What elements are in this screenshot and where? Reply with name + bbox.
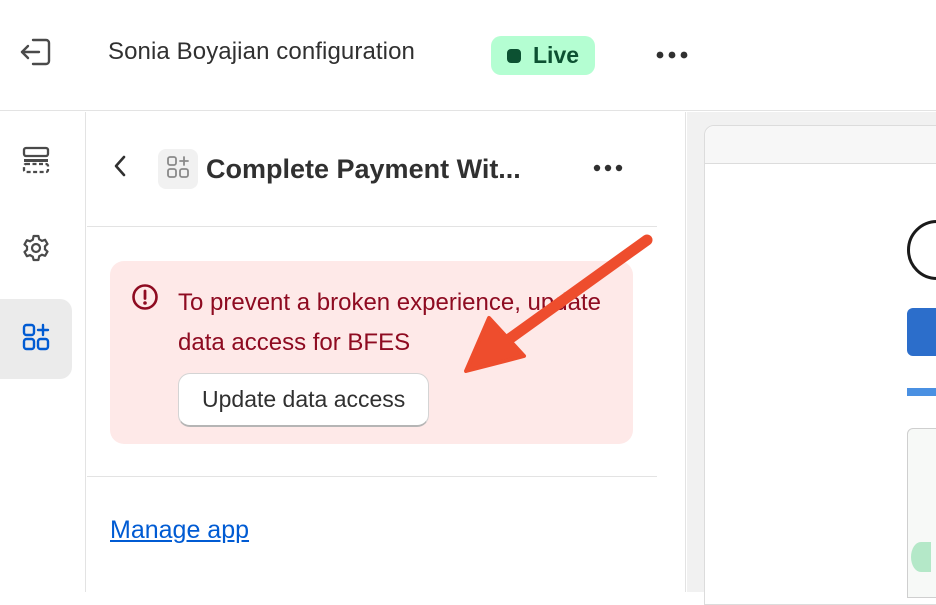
- sidebar-item-settings[interactable]: [0, 210, 72, 290]
- app-more-actions-button[interactable]: [585, 150, 631, 186]
- gear-icon: [21, 233, 51, 268]
- theme-preview[interactable]: [687, 112, 936, 605]
- sidebar: [0, 112, 86, 592]
- sidebar-item-sections[interactable]: [0, 122, 72, 202]
- update-data-access-button[interactable]: Update data access: [178, 373, 430, 427]
- top-bar: Sonia Boyajian configuration Live: [0, 0, 936, 111]
- divider: [87, 476, 657, 477]
- exit-icon: [19, 37, 53, 72]
- app-title: Complete Payment Wit...: [206, 154, 521, 184]
- status-badge-label: Live: [533, 42, 580, 68]
- preview-map-marker: [911, 542, 931, 572]
- back-button[interactable]: [105, 150, 135, 186]
- chevron-left-icon: [112, 154, 128, 183]
- more-horizontal-icon: [656, 46, 688, 64]
- sidebar-item-apps[interactable]: [0, 299, 72, 379]
- preview-frame: [704, 125, 936, 605]
- exit-button[interactable]: [14, 34, 58, 74]
- apps-icon: [166, 155, 190, 184]
- page-title: Sonia Boyajian configuration: [108, 38, 416, 65]
- preview-map-card: [907, 428, 936, 598]
- apps-icon: [21, 322, 51, 357]
- status-dot-icon: [507, 48, 521, 63]
- alert-message: To prevent a broken experience, update d…: [178, 289, 601, 356]
- data-access-alert: To prevent a broken experience, update d…: [110, 261, 633, 444]
- app-settings-panel: Complete Payment Wit... To prevent a bro…: [87, 112, 686, 592]
- more-actions-button[interactable]: [648, 38, 696, 72]
- preview-button-shape: [907, 308, 936, 356]
- panel-header: Complete Payment Wit...: [87, 112, 657, 227]
- preview-progress-shape: [907, 388, 936, 396]
- alert-circle-icon: [131, 283, 159, 311]
- status-badge: Live: [491, 36, 596, 75]
- more-horizontal-icon: [593, 159, 623, 177]
- preview-browser-bar: [705, 126, 936, 164]
- sections-icon: [21, 145, 51, 180]
- manage-app-link[interactable]: Manage app: [110, 516, 249, 545]
- app-icon: [158, 149, 198, 189]
